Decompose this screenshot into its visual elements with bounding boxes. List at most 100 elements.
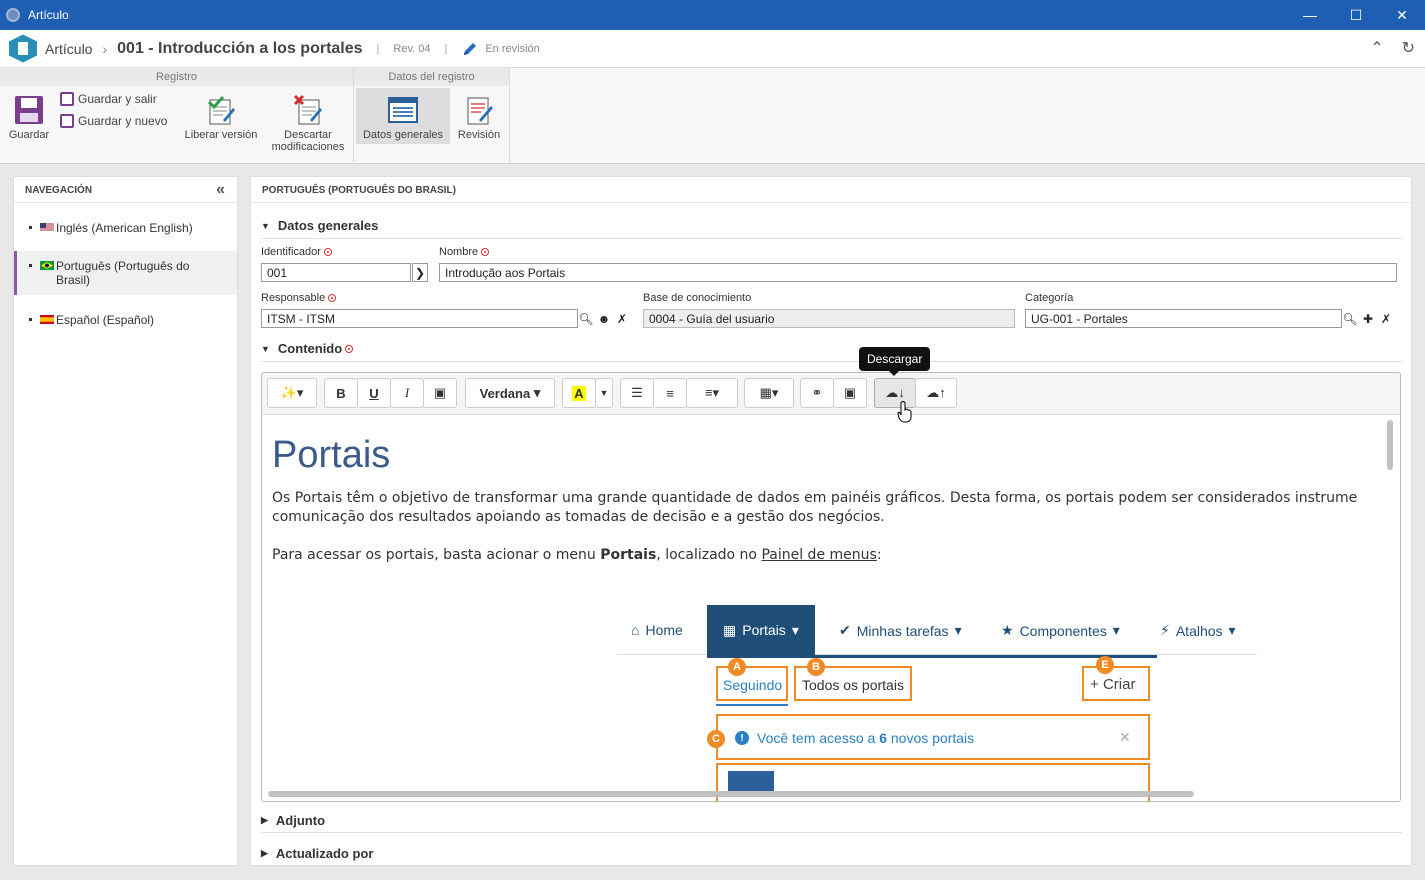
user-icon[interactable]: ☻ (596, 309, 612, 328)
discard-icon (292, 94, 324, 126)
check-icon: ✔ (839, 622, 851, 638)
caret-right-icon: ▶ (261, 848, 268, 858)
notice-message: ! Você tem acesso a 6 novos portais (735, 730, 974, 746)
knowledge-base-input (643, 309, 1015, 328)
menu-shortcuts: ⚡︎ Atalhos ▾ (1160, 622, 1236, 639)
brazil-flag-icon (40, 261, 54, 270)
navigation-panel: NAVEGACIÓN « Inglés (American English) P… (13, 176, 238, 866)
identifier-input[interactable] (261, 263, 411, 282)
highlight-icon: A (572, 385, 586, 401)
minimize-icon[interactable]: — (1287, 0, 1333, 30)
numbered-list-icon: ≡ (666, 385, 674, 401)
updated-by-section[interactable]: ▶ Actualizado por (261, 846, 373, 861)
content-section[interactable]: ▼ Contenido (261, 341, 354, 356)
required-icon (328, 294, 337, 302)
save-exit-button[interactable]: Guardar y salir (60, 92, 157, 106)
chevron-right-icon: › (102, 40, 108, 57)
link-icon: ⚭ (811, 385, 823, 400)
attachment-section[interactable]: ▶ Adjunto (261, 813, 325, 828)
close-icon[interactable]: ✕ (1379, 0, 1425, 30)
save-new-icon (60, 114, 74, 128)
double-chevron-left-icon[interactable]: « (216, 181, 225, 199)
ribbon: Registro Guardar Guardar y salir Guardar… (0, 68, 1425, 164)
search-icon[interactable]: 🔍︎ (578, 309, 594, 328)
menu-portais: ▦ Portais ▾ (707, 605, 815, 655)
caret-down-icon: ▼ (261, 220, 270, 231)
knowledge-base-label: Base de conocimiento (643, 292, 752, 304)
discard-changes-button[interactable]: Descartar modificaciones (266, 90, 350, 153)
ribbon-group-datos: Datos del registro Datos generales Revis… (354, 68, 510, 164)
record-header: Artículo › 001 - Introducción a los port… (0, 30, 1425, 68)
release-icon (205, 94, 237, 126)
responsible-input[interactable] (261, 309, 578, 328)
identifier-label: Identificador (261, 246, 332, 258)
eraser-button[interactable]: ▣ (423, 378, 457, 408)
breadcrumb[interactable]: Artículo (45, 41, 92, 57)
app-icon (6, 8, 20, 22)
bullet-list-button[interactable]: ☰ (620, 378, 654, 408)
required-icon (481, 248, 490, 256)
eraser-icon: ▣ (433, 385, 447, 400)
highlight-color-button[interactable]: A (562, 378, 596, 408)
main-panel: PORTUGUÊS (PORTUGUÊS DO BRASIL) ▼ Datos g… (250, 176, 1412, 866)
create-button: + Criar (1090, 676, 1136, 693)
underline-button[interactable]: U (357, 378, 391, 408)
editor-toolbar: ✨▾ B U I ▣ Verdana ▾ A ▼ ☰ ≡ ≡▾ ▦▾ ⚭ ▣ ☁… (262, 373, 1400, 415)
cloud-upload-icon: ☁↑ (926, 385, 946, 400)
floppy-icon (13, 94, 45, 126)
caret-right-icon: ▶ (261, 815, 268, 825)
name-input[interactable] (439, 263, 1397, 282)
spain-flag-icon (40, 315, 54, 324)
grid-icon: ▦ (723, 621, 737, 638)
cloud-download-icon: ☁↓ (885, 385, 905, 400)
image-button[interactable]: ▣ (833, 378, 867, 408)
clear-icon[interactable]: ✗ (614, 309, 630, 328)
font-select[interactable]: Verdana ▾ (465, 378, 555, 408)
align-icon: ≡▾ (704, 385, 720, 400)
horizontal-scrollbar[interactable] (268, 791, 1194, 797)
align-button[interactable]: ≡▾ (686, 378, 738, 408)
release-version-button[interactable]: Liberar versión (180, 90, 262, 141)
image-icon: ▣ (843, 385, 857, 400)
rich-text-editor[interactable]: ✨▾ B U I ▣ Verdana ▾ A ▼ ☰ ≡ ≡▾ ▦▾ ⚭ ▣ ☁… (261, 372, 1401, 802)
download-tooltip: Descargar (859, 347, 931, 376)
nav-item-spanish[interactable]: Español (Español) (14, 313, 237, 343)
magic-wand-button[interactable]: ✨▾ (267, 378, 317, 408)
ribbon-group-registro: Registro Guardar Guardar y salir Guardar… (0, 68, 354, 164)
save-new-button[interactable]: Guardar y nuevo (60, 114, 167, 128)
magic-wand-icon: ✨▾ (280, 385, 304, 400)
menu-components: ★ Componentes ▾ (1001, 622, 1120, 639)
upload-button[interactable]: ☁↑ (915, 378, 957, 408)
maximize-icon[interactable]: ☐ (1333, 0, 1379, 30)
collapse-up-icon[interactable]: ⌃ (1370, 38, 1383, 58)
table-button[interactable]: ▦▾ (744, 378, 794, 408)
clear-icon[interactable]: ✗ (1378, 309, 1394, 328)
chevron-right-icon[interactable]: ❯ (412, 263, 428, 282)
review-icon (463, 94, 495, 126)
nav-item-portuguese[interactable]: Português (Português do Brasil) (14, 251, 237, 295)
menu-panel-link[interactable]: Painel de menus (761, 547, 876, 563)
page-title: 001 - Introducción a los portales (117, 39, 363, 57)
editor-content[interactable]: Portais Os Portais têm o objetivo de tra… (272, 435, 1392, 565)
link-button[interactable]: ⚭ (800, 378, 834, 408)
tab-following: Seguindo (723, 677, 783, 693)
vertical-scrollbar[interactable] (1387, 420, 1393, 470)
us-flag-icon (40, 223, 54, 232)
category-input[interactable] (1025, 309, 1342, 328)
add-icon[interactable]: ✚ (1360, 309, 1376, 328)
navigation-header: NAVEGACIÓN « (14, 177, 237, 203)
bullet-list-icon: ☰ (631, 385, 643, 400)
review-button[interactable]: Revisión (452, 90, 506, 141)
bold-button[interactable]: B (324, 378, 358, 408)
refresh-icon[interactable]: ↻ (1402, 38, 1415, 58)
general-data-button[interactable]: Datos generales (356, 88, 450, 144)
status-badge: En revisión (461, 40, 540, 58)
italic-button[interactable]: I (390, 378, 424, 408)
nav-item-english[interactable]: Inglés (American English) (14, 221, 237, 251)
numbered-list-button[interactable]: ≡ (653, 378, 687, 408)
highlight-color-dropdown[interactable]: ▼ (595, 378, 613, 408)
search-icon[interactable]: 🔍︎ (1342, 309, 1358, 328)
badge-a: A (728, 658, 746, 676)
general-data-section[interactable]: ▼ Datos generales (261, 218, 378, 233)
save-button[interactable]: Guardar (6, 90, 52, 141)
